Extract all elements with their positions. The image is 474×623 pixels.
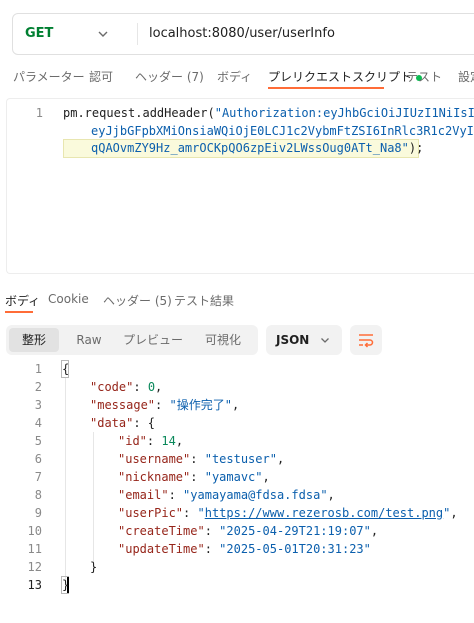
tab-count: (5) bbox=[154, 294, 172, 308]
active-tab-indicator bbox=[5, 311, 33, 313]
tab-settings[interactable]: 設定 bbox=[458, 68, 474, 85]
view-mode-toggle: 整形 Raw プレビュー 可視化 bbox=[6, 325, 258, 355]
json-number: 14 bbox=[161, 434, 176, 448]
json-number: 0 bbox=[147, 380, 156, 394]
json-string: yamayama@fdsa.fdsa bbox=[190, 488, 321, 502]
request-bar: GET localhost:8080/user/userInfo bbox=[12, 13, 474, 55]
json-line: "code": 0, bbox=[90, 380, 163, 394]
line-number: 13 bbox=[27, 578, 42, 592]
view-visualize-button[interactable]: 可視化 bbox=[192, 328, 254, 352]
format-select[interactable]: JSON bbox=[266, 325, 342, 355]
json-string: yamavc bbox=[211, 470, 256, 484]
json-key: "code" bbox=[90, 380, 134, 394]
tab-label: テスト結果 bbox=[174, 294, 235, 308]
line-number: 8 bbox=[34, 488, 42, 502]
json-line: "email": "yamayama@fdsa.fdsa", bbox=[118, 488, 335, 502]
tab-test-results[interactable]: テスト結果 bbox=[174, 292, 234, 309]
json-key: "email" bbox=[118, 488, 169, 502]
tab-label: パラメーター bbox=[13, 70, 85, 84]
line-number: 6 bbox=[34, 452, 42, 466]
view-raw-button[interactable]: Raw bbox=[64, 328, 114, 352]
json-key: "data" bbox=[90, 416, 134, 430]
line-number: 2 bbox=[34, 380, 42, 394]
json-line: "userPic": "https://www.rezerosb.com/tes… bbox=[118, 506, 458, 520]
code-line: pm.request.addHeader("Authorization:eyJh… bbox=[63, 106, 474, 120]
tab-headers[interactable]: ヘッダー (7) bbox=[135, 68, 204, 85]
request-tabs: パラメーター 認可 ヘッダー (7) ボディ プレリクエストスクリプト テスト … bbox=[0, 64, 474, 90]
code-string: qQAOvmZY9Hz_amrOCKpQO6zpEiv2LWssOug0ATt_… bbox=[91, 141, 409, 155]
chevron-down-icon bbox=[321, 338, 329, 343]
line-number: 3 bbox=[34, 398, 42, 412]
json-line: "message": "操作完了", bbox=[90, 398, 240, 412]
response-body[interactable]: 1 { 2 "code": 0, 3 "message": "操作完了", 4 "dat… bbox=[0, 360, 474, 610]
json-line: "nickname": "yamavc", bbox=[118, 470, 270, 484]
tab-label: テスト bbox=[406, 70, 443, 84]
code-function: pm.request.addHeader( bbox=[63, 106, 215, 120]
tab-label: ボディ bbox=[5, 294, 41, 308]
tab-label: ヘッダー bbox=[103, 294, 152, 308]
json-key: "message" bbox=[90, 398, 156, 412]
json-key: "createTime" bbox=[118, 524, 205, 538]
method-select[interactable]: GET bbox=[25, 14, 53, 54]
divider bbox=[137, 23, 138, 45]
code-punctuation: ); bbox=[408, 141, 424, 155]
tab-cookies[interactable]: Cookie bbox=[48, 292, 89, 306]
wrap-lines-button[interactable] bbox=[350, 325, 382, 355]
json-punctuation: { bbox=[62, 362, 70, 376]
format-label: JSON bbox=[276, 333, 310, 347]
line-number: 4 bbox=[34, 416, 42, 430]
script-editor[interactable]: 1 pm.request.addHeader("Authorization:ey… bbox=[6, 98, 474, 274]
json-string: 操作完了 bbox=[176, 398, 225, 412]
json-line: "data": { bbox=[90, 416, 156, 430]
json-string: 2025-05-01T20:31:23 bbox=[226, 542, 364, 556]
code-line: qQAOvmZY9Hz_amrOCKpQO6zpEiv2LWssOug0ATt_… bbox=[91, 141, 423, 155]
json-punctuation: } bbox=[62, 578, 70, 592]
active-tab-indicator bbox=[268, 87, 384, 89]
tab-count: (7) bbox=[186, 70, 204, 84]
json-key: "updateTime" bbox=[118, 542, 205, 556]
wrap-lines-icon bbox=[359, 334, 374, 348]
view-pretty-button[interactable]: 整形 bbox=[9, 328, 59, 352]
json-url-link[interactable]: https://www.rezerosb.com/test.png bbox=[205, 506, 443, 520]
tab-label: ボディ bbox=[217, 70, 253, 84]
code-string: "Authorization:eyJhbGciOiJIUzI1NiIsIn bbox=[214, 106, 474, 120]
line-number: 7 bbox=[34, 470, 42, 484]
tab-label: Cookie bbox=[48, 292, 89, 306]
line-number: 9 bbox=[34, 506, 42, 520]
tab-pre-request-script[interactable]: プレリクエストスクリプト bbox=[268, 68, 423, 85]
json-line: "id": 14, bbox=[118, 434, 184, 448]
tab-authorization[interactable]: 認可 bbox=[89, 68, 113, 85]
tab-label: 認可 bbox=[89, 70, 114, 84]
tab-response-headers[interactable]: ヘッダー (5) bbox=[103, 292, 172, 309]
line-number: 12 bbox=[27, 560, 42, 574]
json-punctuation: } bbox=[90, 560, 98, 574]
view-preview-button[interactable]: プレビュー bbox=[118, 328, 188, 352]
line-number: 11 bbox=[27, 542, 42, 556]
tab-params[interactable]: パラメーター bbox=[13, 68, 85, 85]
json-line: "username": "testuser", bbox=[118, 452, 285, 466]
json-key: "id" bbox=[118, 434, 147, 448]
code-line: eyJjbGFpbXMiOnsiaWQiOjE0LCJ1c2VybmFtZSI6… bbox=[91, 124, 474, 138]
tab-response-body[interactable]: ボディ bbox=[5, 292, 40, 309]
chevron-down-icon[interactable] bbox=[97, 28, 109, 40]
tab-body[interactable]: ボディ bbox=[217, 68, 252, 85]
tab-label: ヘッダー bbox=[135, 70, 184, 84]
code-string: eyJjbGFpbXMiOnsiaWQiOjE0LCJ1c2VybmFtZSI6… bbox=[91, 124, 474, 138]
json-line: "createTime": "2025-04-29T21:19:07", bbox=[118, 524, 379, 538]
line-number: 1 bbox=[35, 106, 43, 120]
json-key: "nickname" bbox=[118, 470, 191, 484]
line-number: 5 bbox=[34, 434, 42, 448]
json-string: testuser bbox=[211, 452, 270, 466]
json-line: "updateTime": "2025-05-01T20:31:23" bbox=[118, 542, 371, 556]
json-string: 2025-04-29T21:19:07 bbox=[226, 524, 364, 538]
response-tabs: ボディ Cookie ヘッダー (5) テスト結果 bbox=[0, 288, 474, 314]
tab-tests[interactable]: テスト bbox=[406, 68, 442, 85]
tab-label: 設定 bbox=[458, 70, 474, 84]
url-input[interactable]: localhost:8080/user/userInfo bbox=[149, 14, 335, 54]
line-number: 1 bbox=[34, 362, 42, 376]
json-key: "userPic" bbox=[118, 506, 184, 520]
tab-label: プレリクエストスクリプト bbox=[268, 70, 413, 84]
line-number: 10 bbox=[27, 524, 42, 538]
json-key: "username" bbox=[118, 452, 191, 466]
